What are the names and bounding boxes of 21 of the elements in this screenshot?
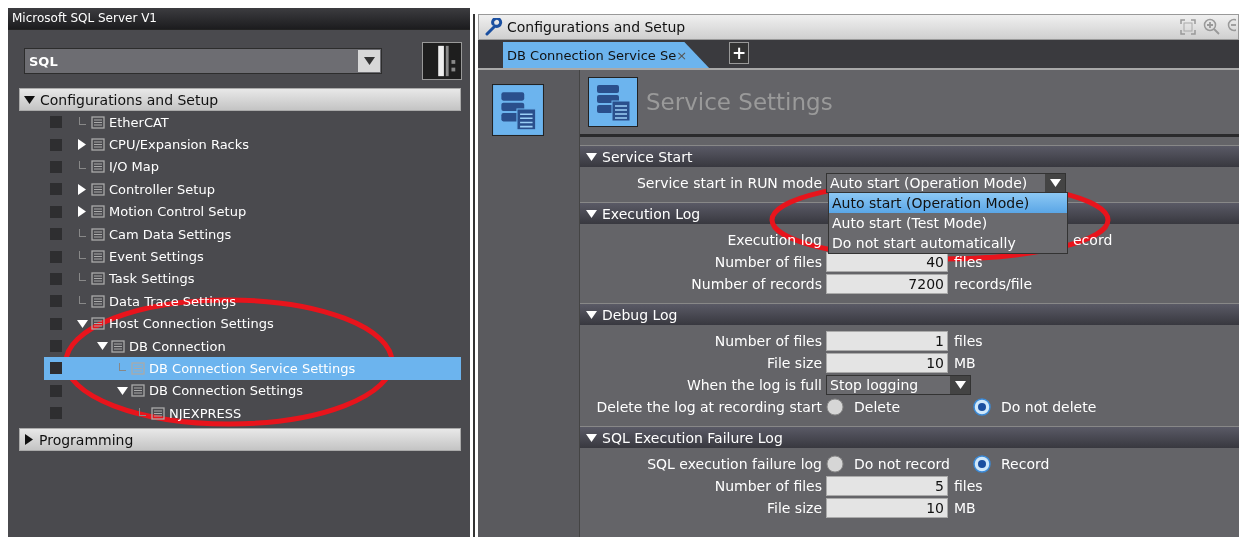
unit-label: files (954, 478, 983, 494)
unit-label: MB (954, 500, 976, 516)
field-label: Number of files (714, 254, 822, 270)
field-label: Number of files (714, 478, 822, 494)
editor-title: Configurations and Setup (507, 19, 687, 35)
radio-label: Do not delete (1001, 399, 1097, 415)
field-label: SQL execution failure log (647, 456, 822, 472)
project-title: Microsoft SQL Server V1 (8, 8, 470, 30)
field-label: File size (766, 500, 822, 516)
radio-label: Delete (854, 399, 900, 415)
unit-label: files (954, 333, 983, 349)
radio-label: Do not record (854, 456, 950, 472)
field-label: File size (766, 355, 822, 371)
field-label: Delete the log at recording start (596, 399, 822, 415)
field-label: Number of records (691, 276, 822, 292)
radio-label: Record (1001, 456, 1050, 472)
unit-label: records/file (954, 276, 1033, 292)
field-label: Number of files (714, 333, 822, 349)
field-label: When the log is full (686, 377, 822, 393)
field-label: Service start in RUN mode (636, 175, 822, 191)
unit-label: MB (954, 355, 976, 371)
